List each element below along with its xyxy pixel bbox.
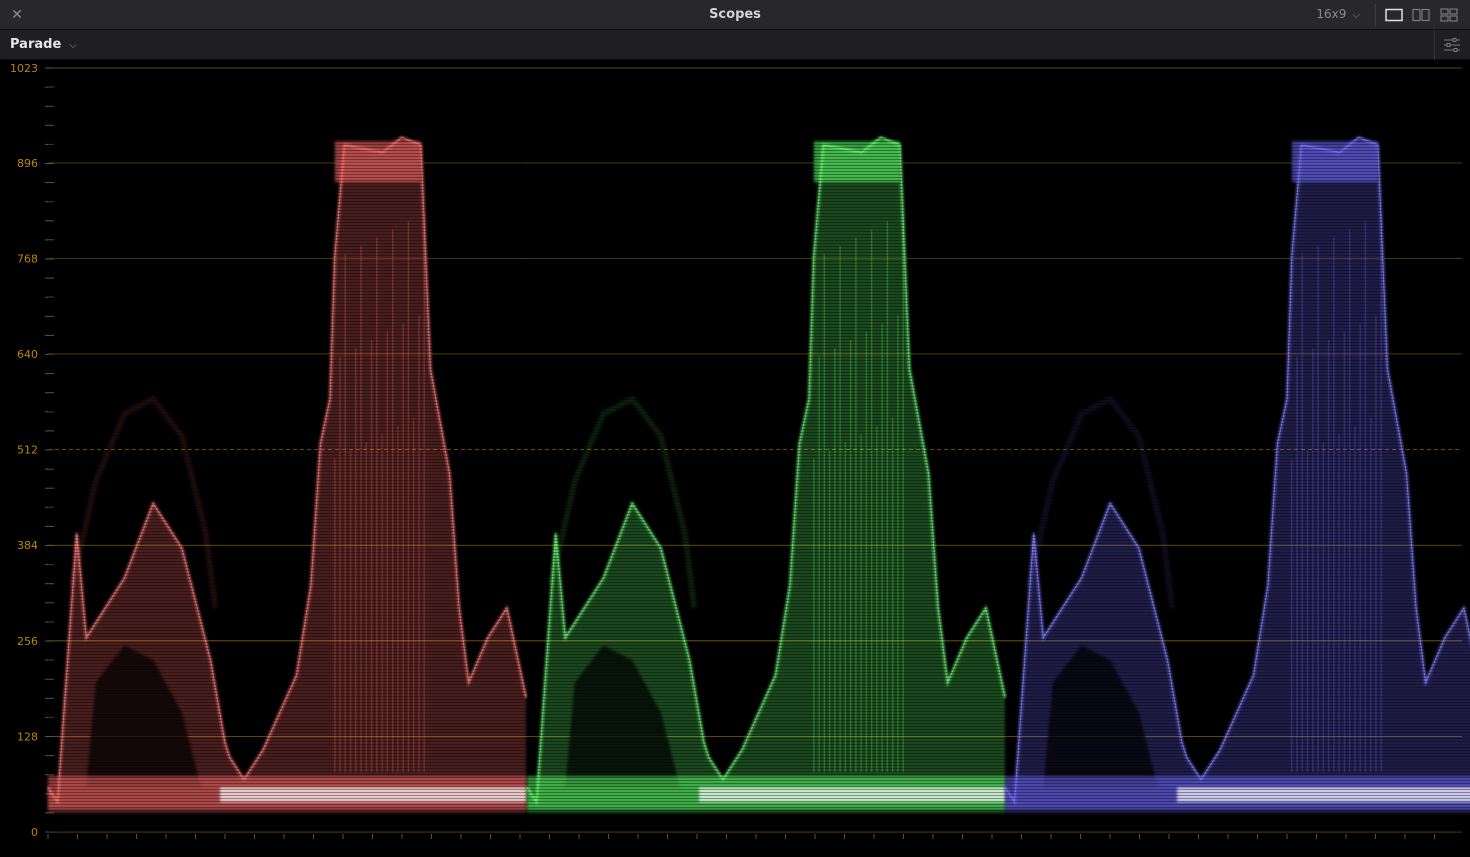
divider <box>1375 4 1376 26</box>
axis-tick-label: 512 <box>17 444 38 457</box>
dual-view-icon[interactable] <box>1412 8 1430 22</box>
scope-type-dropdown[interactable]: Parade ⌵ <box>10 37 77 52</box>
parade-graph: 1023 896 768 640 512 384 256 128 0 <box>10 62 1470 839</box>
divider <box>1434 30 1435 60</box>
axis-tick-label: 896 <box>17 157 38 170</box>
aspect-ratio-label: 16x9 <box>1316 7 1347 21</box>
waveform-blue <box>1003 68 1470 832</box>
sliders-icon[interactable] <box>1443 38 1461 52</box>
aspect-ratio-dropdown[interactable]: 16x9 ⌵ <box>1316 7 1360 21</box>
axis-tick-label: 256 <box>17 635 38 648</box>
waveform-traces <box>46 68 1470 832</box>
axis-tick-label: 128 <box>17 730 38 743</box>
axis-tick-label: 1023 <box>10 62 38 75</box>
axis-tick-label: 0 <box>31 826 38 839</box>
parade-scope[interactable]: 1023 896 768 640 512 384 256 128 0 <box>0 60 1470 857</box>
axis-labels: 1023 896 768 640 512 384 256 128 0 <box>10 62 38 839</box>
title-bar: ✕ Scopes 16x9 ⌵ <box>0 0 1470 30</box>
single-view-icon[interactable] <box>1385 8 1403 22</box>
axis-tick-label: 640 <box>17 348 38 361</box>
chevron-down-icon: ⌵ <box>69 40 77 51</box>
axis-tick-label: 384 <box>17 539 38 552</box>
waveform-green <box>525 68 1007 832</box>
scope-toolbar: Parade ⌵ <box>0 30 1470 60</box>
scope-type-label: Parade <box>10 37 62 52</box>
window-title: Scopes <box>709 7 761 22</box>
quad-view-icon[interactable] <box>1440 8 1458 22</box>
chevron-down-icon: ⌵ <box>1352 10 1360 21</box>
waveform-red <box>46 68 528 832</box>
axis-tick-label: 768 <box>17 252 38 265</box>
